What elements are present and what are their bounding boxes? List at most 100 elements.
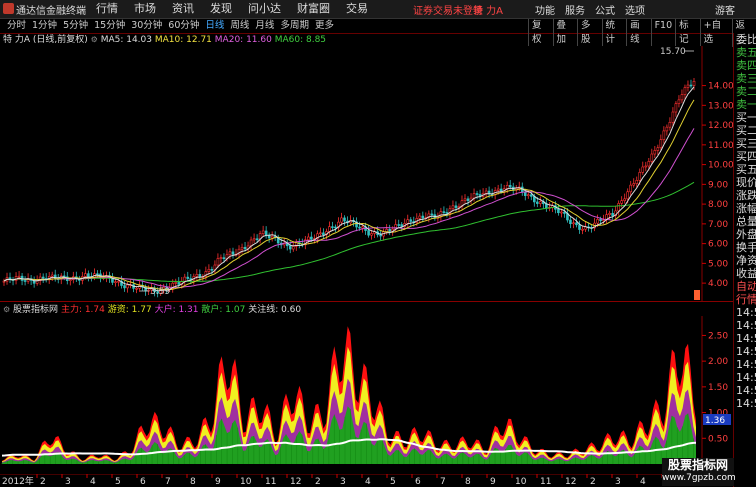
side-panel-item[interactable]: 买二 <box>734 124 756 137</box>
side-panel-item[interactable]: 14:5 <box>734 306 756 319</box>
tab-15min[interactable]: 15分钟 <box>91 19 128 33</box>
side-panel-item[interactable]: 买三 <box>734 137 756 150</box>
side-panel-item[interactable]: 外盘 <box>734 228 756 241</box>
side-panel-item[interactable]: 14:5 <box>734 371 756 384</box>
candle-body <box>334 226 337 229</box>
f10-button[interactable]: F10 <box>650 19 676 47</box>
tab-multi-period[interactable]: 多周期 <box>277 19 312 33</box>
candle-body <box>87 273 90 278</box>
candle-body <box>674 103 678 113</box>
side-panel-item[interactable]: 14:5 <box>734 345 756 358</box>
candle-body <box>68 279 72 282</box>
tab-more[interactable]: 更多 <box>312 19 337 33</box>
tab-1min[interactable]: 1分钟 <box>29 19 60 33</box>
candle-body <box>647 161 651 167</box>
candle-body <box>228 251 232 256</box>
side-panel-item[interactable]: 涨跌 <box>734 189 756 202</box>
month-label: 7 <box>440 477 446 487</box>
menu-discover[interactable]: 发现 <box>202 1 240 17</box>
tab-5min[interactable]: 5分钟 <box>60 19 91 33</box>
tab-daily[interactable]: 日线 <box>202 19 227 33</box>
side-panel-item[interactable]: 卖四 <box>734 59 756 72</box>
menu-wealth-circle[interactable]: 财富圈 <box>289 1 338 17</box>
indicator-chart[interactable]: 2.502.001.501.000.50 1.36 <box>0 316 733 474</box>
candle-body <box>635 180 639 184</box>
indicator-gear-icon[interactable]: ⚙ <box>3 305 10 314</box>
settings-gear-icon[interactable]: ⚙ <box>91 35 98 44</box>
overlay-button[interactable]: 叠加 <box>552 19 578 47</box>
draw-line-button[interactable]: 画线 <box>626 19 651 47</box>
side-panel-item[interactable]: 14:5 <box>734 358 756 371</box>
candle-body <box>668 121 672 128</box>
side-panel-item[interactable]: 14:5 <box>734 319 756 332</box>
candle-body <box>17 275 21 278</box>
candle-body <box>370 233 373 236</box>
side-panel-item[interactable]: 收益 <box>734 267 756 280</box>
ma10-label: MA10: 12.71 <box>154 35 212 45</box>
candle-body <box>310 236 313 240</box>
menu-formula[interactable]: 公式 <box>590 2 620 17</box>
month-label: 12 <box>290 477 301 487</box>
candle-body <box>445 212 449 214</box>
indicator-name: 股票指标网 <box>13 305 59 315</box>
menu-news[interactable]: 资讯 <box>164 1 202 17</box>
focus-line-label: 关注线: 0.60 <box>248 305 302 315</box>
side-panel-item[interactable]: 换手 <box>734 241 756 254</box>
side-panel-item[interactable]: 卖一 <box>734 98 756 111</box>
mark-button[interactable]: 标记 <box>675 19 700 47</box>
tab-60min[interactable]: 60分钟 <box>165 19 202 33</box>
side-panel-item[interactable]: 买四 <box>734 150 756 163</box>
menu-ask[interactable]: 问小达 <box>240 1 289 17</box>
side-panel-item[interactable]: 卖五 <box>734 46 756 59</box>
menu-trade[interactable]: 交易 <box>338 1 376 17</box>
menu-function[interactable]: 功能 <box>530 2 560 17</box>
candle-body <box>508 185 512 188</box>
side-panel-item[interactable]: 自动 <box>734 280 756 293</box>
month-label: 8 <box>465 477 471 487</box>
max-price-label: 15.70 <box>660 47 686 57</box>
side-panel-item[interactable]: 14:5 <box>734 332 756 345</box>
menu-options[interactable]: 选项 <box>620 2 650 17</box>
side-panel-item[interactable]: 委比 <box>734 33 756 46</box>
adjust-button[interactable]: 复权 <box>528 19 553 47</box>
candle-body <box>96 273 99 276</box>
candle-body <box>629 184 633 193</box>
candle-body <box>358 226 361 229</box>
side-panel-item[interactable]: 14:5 <box>734 397 756 410</box>
candle-body <box>466 198 470 202</box>
tab-weekly[interactable]: 周线 <box>227 19 252 33</box>
indicator-y-axis: 2.502.001.501.000.50 <box>702 331 728 444</box>
side-panel-item[interactable]: 卖二 <box>734 85 756 98</box>
candle-body <box>596 219 599 224</box>
add-watchlist-button[interactable]: +自选 <box>699 19 732 47</box>
main-chart-title: 特 力A (日线,前复权) ⚙ MA5: 14.03 MA10: 12.71 M… <box>3 34 326 46</box>
side-panel-item[interactable]: 涨幅 <box>734 202 756 215</box>
side-panel-item[interactable]: 总量 <box>734 215 756 228</box>
menu-market[interactable]: 市场 <box>126 1 164 17</box>
guest-user[interactable]: 游客 <box>715 2 735 17</box>
side-panel-item[interactable]: 买五 <box>734 163 756 176</box>
candle-body <box>123 285 126 289</box>
side-panel-item[interactable]: 买一 <box>734 111 756 124</box>
menu-service[interactable]: 服务 <box>560 2 590 17</box>
watermark-title: 股票指标网 <box>667 458 728 472</box>
tab-monthly[interactable]: 月线 <box>252 19 277 33</box>
month-label: 10 <box>515 477 527 487</box>
multi-stock-button[interactable]: 多股 <box>577 19 602 47</box>
month-label: 8 <box>190 477 196 487</box>
tab-30min[interactable]: 30分钟 <box>128 19 165 33</box>
statistics-button[interactable]: 统计 <box>601 19 627 47</box>
side-panel-item[interactable]: 现价 <box>734 176 756 189</box>
side-panel-item[interactable]: 行情 <box>734 293 756 306</box>
candle-body <box>569 219 572 225</box>
side-panel-item[interactable]: 净资 <box>734 254 756 267</box>
price-chart[interactable]: 14.00 13.00 12.00 11.00 10.00 9.00 8.00 7.00 6.0… <box>0 46 733 301</box>
menu-market-quotes[interactable]: 行情 <box>88 1 126 17</box>
candle-body <box>656 147 660 151</box>
side-panel-item[interactable]: 14:5 <box>734 384 756 397</box>
candle-body <box>563 211 566 214</box>
month-label: 4 <box>90 477 96 487</box>
tab-intraday[interactable]: 分时 <box>4 19 29 33</box>
current-bar-marker <box>694 290 700 300</box>
side-panel-item[interactable]: 卖三 <box>734 72 756 85</box>
